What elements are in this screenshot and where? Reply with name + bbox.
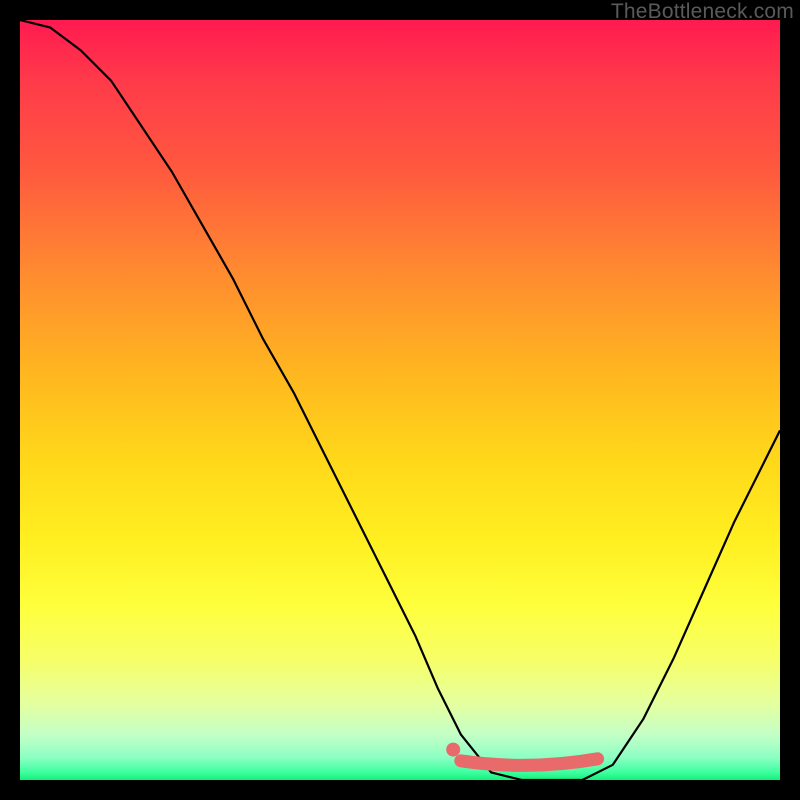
optimal-region-marker bbox=[461, 759, 598, 766]
chart-plot-area bbox=[20, 20, 780, 780]
outer-frame: TheBottleneck.com bbox=[0, 0, 800, 800]
bottleneck-curve bbox=[20, 20, 780, 780]
marker-dot-icon bbox=[446, 743, 460, 757]
watermark-text: TheBottleneck.com bbox=[611, 0, 794, 24]
chart-svg bbox=[20, 20, 780, 780]
